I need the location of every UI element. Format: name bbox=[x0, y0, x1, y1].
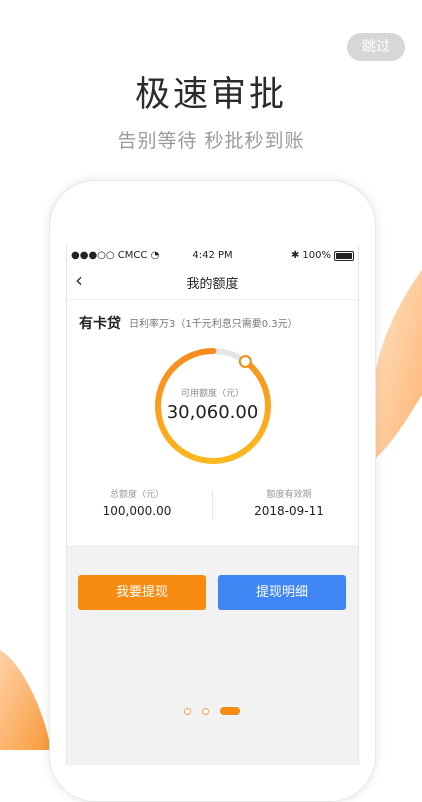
available-quota-label: 可用额度（元） bbox=[180, 389, 244, 399]
skip-button[interactable]: 跳过 bbox=[347, 33, 405, 61]
page-dot[interactable] bbox=[202, 707, 209, 715]
expiry-value: 2018-09-11 bbox=[254, 504, 324, 518]
total-quota-label: 总额度（元） bbox=[109, 490, 164, 500]
page-title: 极速审批 bbox=[134, 75, 287, 115]
withdraw-button[interactable]: 我要提现 bbox=[78, 575, 206, 610]
quota-ring-knob bbox=[238, 355, 252, 369]
withdraw-detail-button[interactable]: 提现明细 bbox=[218, 575, 346, 610]
quota-card: ●●●○○ CMCC ◔ 4:42 PM ✱ 100% ‹ 我的额度 有卡贷 日… bbox=[67, 245, 358, 545]
available-quota-value: 30,060.00 bbox=[166, 402, 259, 423]
stat-divider bbox=[212, 490, 213, 520]
total-quota-value: 100,000.00 bbox=[102, 504, 172, 518]
page-dot[interactable] bbox=[184, 707, 191, 715]
phone-screen: ●●●○○ CMCC ◔ 4:42 PM ✱ 100% ‹ 我的额度 有卡贷 日… bbox=[66, 245, 359, 765]
expiry-label: 额度有效期 bbox=[266, 490, 312, 500]
page-indicator bbox=[184, 707, 240, 715]
page-dot[interactable] bbox=[220, 707, 240, 715]
page-subtitle: 告别等待 秒批秒到账 bbox=[117, 130, 305, 152]
quota-ring bbox=[155, 348, 271, 464]
